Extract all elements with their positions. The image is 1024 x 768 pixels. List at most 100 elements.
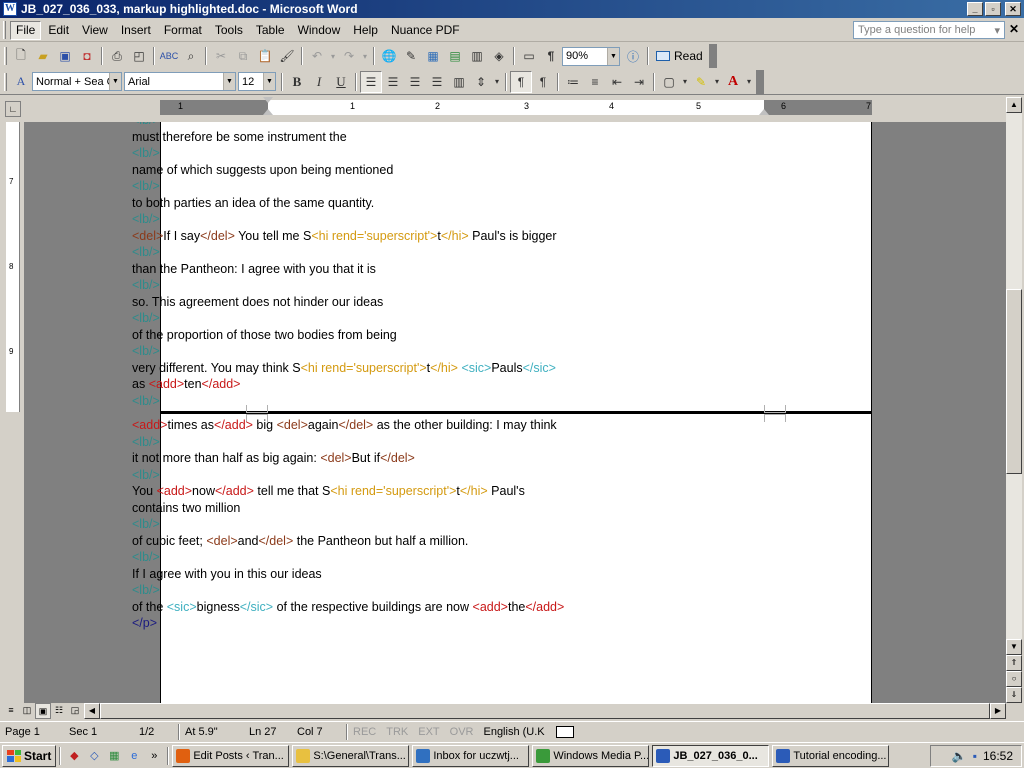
document-line[interactable]: <lb/> <box>132 146 160 160</box>
align-center-icon[interactable]: ☰ <box>382 71 404 93</box>
left-to-right-icon[interactable]: ¶ <box>510 70 532 93</box>
status-pages[interactable]: 1/2 <box>134 726 178 738</box>
align-left-icon[interactable]: ☰ <box>360 70 382 93</box>
select-browse-object-icon[interactable]: ○ <box>1006 671 1022 687</box>
document-line[interactable]: contains two million <box>132 501 240 515</box>
right-to-left-icon[interactable]: ¶ <box>532 71 554 93</box>
status-page[interactable]: Page 1 <box>0 726 64 738</box>
line-spacing-icon[interactable]: ⇕ <box>470 71 492 93</box>
more-quicklaunch-icon[interactable]: » <box>144 746 164 766</box>
status-at[interactable]: At 5.9" <box>180 726 244 738</box>
network-icon[interactable]: ▪ <box>973 749 977 763</box>
excel-quicklaunch-icon[interactable]: ▦ <box>104 746 124 766</box>
taskbar-button[interactable]: JB_027_036_0... <box>652 744 770 767</box>
normal-view-icon[interactable]: ≡ <box>3 703 19 719</box>
redo-icon[interactable]: ↷ <box>338 45 360 67</box>
menu-help[interactable]: Help <box>347 21 384 40</box>
clock[interactable]: 16:52 <box>983 749 1013 763</box>
document-line[interactable]: If I agree with you in this our ideas <box>132 567 322 581</box>
document-line[interactable]: <lb/> <box>132 212 160 226</box>
menu-insert[interactable]: Insert <box>115 21 157 40</box>
first-line-indent-marker[interactable] <box>263 97 273 103</box>
scroll-left-icon[interactable]: ◀ <box>84 703 100 719</box>
document-line[interactable]: to both parties an idea of the same quan… <box>132 196 374 210</box>
undo-dropdown-icon[interactable]: ▾ <box>328 45 338 67</box>
menu-file[interactable]: File <box>10 20 42 40</box>
print-layout-view-icon[interactable]: ▣ <box>35 703 51 719</box>
toolbar-grip[interactable] <box>4 72 7 91</box>
styles-icon[interactable]: A <box>10 71 32 93</box>
menu-format[interactable]: Format <box>158 21 208 40</box>
word-app-icon[interactable]: W <box>3 2 17 16</box>
document-line[interactable]: <lb/> <box>132 394 160 408</box>
font-color-dropdown-icon[interactable]: ▾ <box>744 71 754 93</box>
close-button[interactable]: ✕ <box>1005 2 1021 16</box>
chevron-down-icon[interactable]: ▼ <box>263 73 275 90</box>
status-trk[interactable]: TRK <box>381 726 413 738</box>
scroll-up-icon[interactable]: ▲ <box>1006 97 1022 113</box>
save-icon[interactable]: ▣ <box>54 45 76 67</box>
volume-icon[interactable]: 🔈 <box>952 749 967 763</box>
menu-nuance-pdf[interactable]: Nuance PDF <box>385 21 466 40</box>
zoom-select[interactable]: 90% ▼ <box>562 46 620 66</box>
minimize-button[interactable]: _ <box>967 2 983 16</box>
reading-layout-view-icon[interactable]: ◲ <box>67 703 83 719</box>
font-color-icon[interactable]: A <box>722 71 744 93</box>
web-layout-view-icon[interactable]: ◫ <box>19 703 35 719</box>
document-line[interactable]: <lb/> <box>132 311 160 325</box>
horizontal-ruler[interactable]: 1 1 2 3 4 5 6 7 <box>160 97 872 115</box>
start-button[interactable]: Start <box>2 744 57 767</box>
new-document-icon[interactable]: 🗋 <box>10 45 32 67</box>
document-line[interactable]: You <add>now</add> tell me that S<hi ren… <box>132 484 525 498</box>
status-section[interactable]: Sec 1 <box>64 726 134 738</box>
research-icon[interactable]: ⌕ <box>180 45 202 67</box>
taskbar-button[interactable]: S:\General\Trans... <box>292 744 410 767</box>
menu-table[interactable]: Table <box>250 21 291 40</box>
document-line[interactable]: <add>times as</add> big <del>again</del>… <box>132 418 557 432</box>
hyperlink-icon[interactable]: 🌐 <box>378 45 400 67</box>
underline-button[interactable]: U <box>330 71 352 93</box>
document-area[interactable]: <lb/> must therefore be some instrument t… <box>24 122 1006 703</box>
taskbar-button[interactable]: Edit Posts ‹ Tran... <box>172 744 290 767</box>
copy-icon[interactable]: ⧉ <box>232 45 254 67</box>
status-line[interactable]: Ln 27 <box>244 726 292 738</box>
menu-window[interactable]: Window <box>292 21 347 40</box>
vertical-scroll-thumb[interactable] <box>1006 289 1022 474</box>
document-line[interactable]: very different. You may think S<hi rend=… <box>132 361 556 375</box>
menu-tools[interactable]: Tools <box>209 21 249 40</box>
document-line[interactable]: <lb/> <box>132 435 160 449</box>
document-map-icon[interactable]: ▭ <box>518 45 540 67</box>
font-select[interactable]: Arial ▼ <box>124 72 236 91</box>
document-line[interactable]: so. This agreement does not hinder our i… <box>132 295 383 309</box>
hanging-indent-marker[interactable] <box>263 109 273 115</box>
format-painter-icon[interactable]: 🖌 <box>276 45 298 67</box>
style-select[interactable]: Normal + Sea G ▼ <box>32 72 122 91</box>
toolbar-options-icon[interactable] <box>708 44 717 68</box>
chevron-down-icon[interactable]: ▼ <box>223 73 235 90</box>
document-line[interactable]: <lb/> <box>132 344 160 358</box>
document-line[interactable]: <lb/> <box>132 278 160 292</box>
chevron-down-icon[interactable]: ▼ <box>607 47 619 65</box>
document-line[interactable]: must therefore be some instrument the <box>132 130 347 144</box>
document-line[interactable]: <del>If I say</del> You tell me S<hi ren… <box>132 229 557 243</box>
print-icon[interactable]: ⎙ <box>106 45 128 67</box>
document-line[interactable]: <lb/> <box>132 517 160 531</box>
restore-button[interactable]: ▫ <box>985 2 1001 16</box>
borders-icon[interactable]: ▢ <box>658 71 680 93</box>
permission-icon[interactable]: ◘ <box>76 45 98 67</box>
document-line[interactable]: of cubic feet; <del>and</del> the Panthe… <box>132 534 468 548</box>
chevron-down-icon[interactable]: ▼ <box>109 73 121 90</box>
vertical-ruler[interactable]: 7 8 9 <box>6 122 20 412</box>
horizontal-scrollbar[interactable]: ◀ ▶ <box>84 703 1006 719</box>
document-line[interactable]: as <add>ten</add> <box>132 377 240 391</box>
menu-edit[interactable]: Edit <box>42 21 75 40</box>
taskbar-button[interactable]: Windows Media P... <box>532 744 650 767</box>
borders-dropdown-icon[interactable]: ▾ <box>680 71 690 93</box>
tables-borders-icon[interactable]: ✎ <box>400 45 422 67</box>
horizontal-scroll-thumb[interactable] <box>100 703 990 719</box>
acrobat-quicklaunch-icon[interactable]: ◆ <box>64 746 84 766</box>
align-right-icon[interactable]: ☰ <box>404 71 426 93</box>
scroll-right-icon[interactable]: ▶ <box>990 703 1006 719</box>
spelling-icon[interactable]: ABC <box>158 45 180 67</box>
spelling-status-icon[interactable] <box>556 725 575 738</box>
